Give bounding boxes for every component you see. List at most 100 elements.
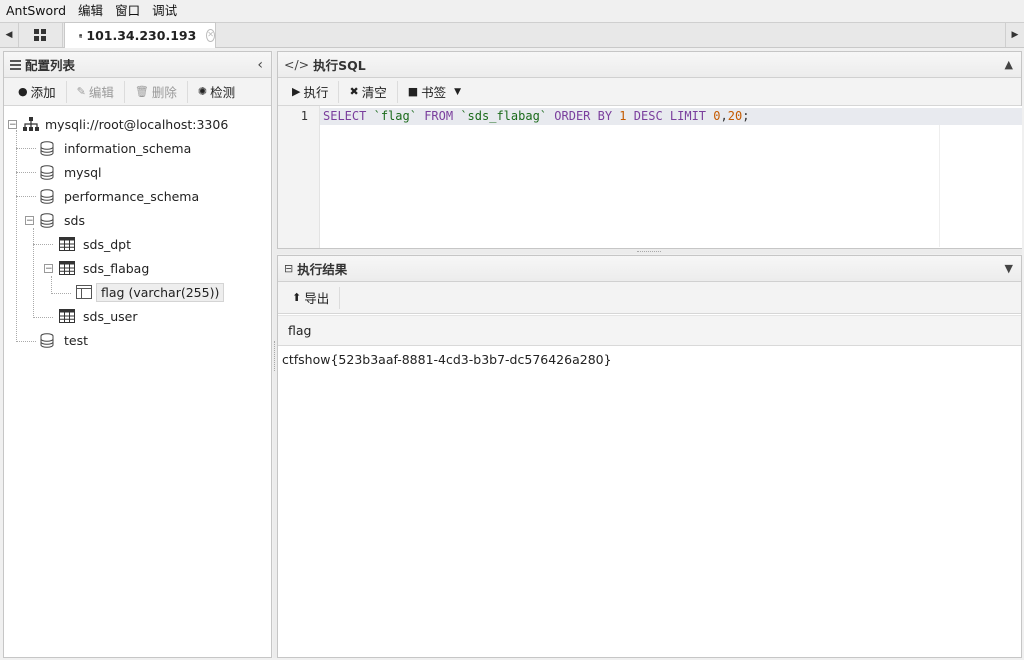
tree-line — [16, 172, 36, 173]
print-margin — [939, 125, 940, 247]
tree-root[interactable]: − mysqli://root@localhost:3306 — [8, 114, 228, 134]
tree-root-label: mysqli://root@localhost:3306 — [45, 116, 229, 132]
tree-line — [16, 196, 36, 197]
sql-toolbar: ▶ 执行 ✖ 清空 ■ 书签 ▼ — [278, 78, 1021, 106]
sql-keyword: LIMIT — [669, 109, 707, 123]
export-label: 导出 — [304, 291, 330, 306]
sql-number: 0 — [713, 109, 721, 123]
tree-db[interactable]: information_schema — [40, 138, 191, 158]
sql-editor[interactable]: 1 SELECT `flag` FROM `sds_flabag` ORDER … — [278, 106, 1022, 248]
trash-icon: 🗑 — [134, 85, 149, 98]
database-icon — [40, 140, 54, 156]
collapse-left-icon[interactable]: ‹ — [257, 57, 263, 73]
sql-punct: , — [720, 109, 728, 123]
tree-db-sds[interactable]: − sds — [25, 210, 85, 230]
export-button[interactable]: ⬆ 导出 — [282, 286, 341, 309]
menu-antsword[interactable]: AntSword — [0, 0, 72, 21]
result-panel-header: ⊟ 执行结果 ▼ — [278, 256, 1021, 282]
tree-table-flabag[interactable]: − sds_flabag — [44, 258, 149, 278]
sql-table: `sds_flabag` — [460, 109, 548, 123]
database-icon — [40, 188, 54, 204]
config-panel: 配置列表 ‹ ● 添加 ✎ 编辑 🗑 删除 ✺ 检测 − mysqli://root@l… — [3, 51, 272, 658]
menu-window[interactable]: 窗口 — [109, 0, 146, 21]
tree-table-label: sds_flabag — [83, 260, 150, 276]
clear-button[interactable]: ✖ 清空 — [339, 80, 398, 103]
tree-column-flag[interactable]: flag (varchar(255)) — [76, 282, 225, 302]
list-icon — [10, 59, 21, 70]
tree-db[interactable]: performance_schema — [40, 186, 199, 206]
sql-keyword: DESC — [633, 109, 663, 123]
menubar: AntSword 编辑 窗口 调试 — [0, 0, 1024, 21]
tree-line — [16, 341, 36, 342]
config-toolbar: ● 添加 ✎ 编辑 🗑 删除 ✺ 检测 — [4, 78, 271, 106]
add-label: 添加 — [30, 85, 56, 100]
tree-table[interactable]: sds_dpt — [59, 234, 131, 254]
detect-button[interactable]: ✺ 检测 — [188, 81, 245, 103]
sql-field: `flag` — [373, 109, 417, 123]
tree-db-label: sds — [64, 212, 85, 228]
tree-db-label: information_schema — [64, 140, 192, 156]
bookmark-icon: ■ — [407, 85, 419, 98]
add-button[interactable]: ● 添加 — [8, 80, 67, 103]
tab-close-icon[interactable]: ✕ — [206, 29, 215, 42]
collapse-up-icon[interactable]: ▲ — [1005, 58, 1013, 71]
tree-line — [16, 148, 36, 149]
tab-scroll-left-icon[interactable]: ◀ — [0, 23, 19, 47]
edit-button[interactable]: ✎ 编辑 — [67, 80, 125, 103]
sql-number: 1 — [619, 109, 627, 123]
tree-db-label: mysql — [64, 164, 102, 180]
tree-table-label: sds_user — [83, 308, 138, 324]
spinner-icon: ✺ — [197, 85, 208, 98]
tree-line — [33, 244, 53, 245]
menu-debug[interactable]: 调试 — [146, 0, 183, 21]
detect-label: 检测 — [210, 85, 236, 100]
grid-icon — [34, 29, 46, 41]
database-icon — [40, 212, 54, 228]
pencil-icon: ✎ — [76, 85, 86, 98]
collapse-toggle-icon[interactable]: − — [44, 263, 53, 273]
result-panel-title: 执行结果 — [297, 262, 348, 277]
column-icon — [76, 285, 92, 299]
tree-db[interactable]: mysql — [40, 162, 102, 182]
sitemap-icon — [23, 117, 39, 131]
table-icon — [59, 261, 75, 275]
sql-keyword: SELECT — [323, 109, 367, 123]
tab-database-session[interactable]: 101.34.230.193 ✕ — [64, 22, 216, 48]
editor-gutter: 1 — [278, 106, 320, 248]
tree-db[interactable]: test — [40, 330, 88, 350]
tree-table-label: sds_dpt — [83, 236, 131, 252]
tree-db-label: performance_schema — [64, 188, 200, 204]
result-cell[interactable]: ctfshow{523b3aaf-8881-4cd3-b3b7-dc576426… — [282, 351, 612, 369]
database-icon — [40, 332, 54, 348]
tab-scroll-right-icon[interactable]: ▶ — [1005, 23, 1024, 47]
sql-keyword: ORDER BY — [554, 109, 613, 123]
result-toolbar: ⬆ 导出 — [278, 282, 1021, 314]
edit-label: 编辑 — [88, 85, 114, 100]
table-icon — [59, 309, 75, 323]
delete-button[interactable]: 🗑 删除 — [125, 80, 188, 103]
bookmark-button[interactable]: ■ 书签 ▼ — [398, 81, 471, 103]
tree-table[interactable]: sds_user — [59, 306, 137, 326]
sql-punct: ; — [742, 109, 750, 123]
column-header-flag[interactable]: flag — [288, 316, 311, 345]
horizontal-splitter[interactable] — [277, 249, 1022, 254]
sql-panel-title: 执行SQL — [313, 58, 366, 73]
collapse-down-icon[interactable]: ▼ — [1005, 262, 1013, 275]
clear-label: 清空 — [361, 85, 387, 100]
tree-db-label: test — [64, 332, 89, 348]
tree-line — [51, 276, 52, 294]
delete-label: 删除 — [151, 85, 177, 100]
config-panel-header: 配置列表 ‹ — [4, 52, 271, 78]
code-icon: </> — [284, 57, 310, 72]
sql-number: 20 — [727, 109, 743, 123]
collapse-toggle-icon[interactable]: − — [8, 119, 17, 129]
tab-bar: ◀ 101.34.230.193 ✕ ▶ — [0, 22, 1024, 48]
collapse-toggle-icon[interactable]: − — [25, 215, 34, 225]
execute-button[interactable]: ▶ 执行 — [282, 80, 340, 103]
menu-edit[interactable]: 编辑 — [72, 0, 109, 21]
tree-column-label: flag (varchar(255)) — [96, 282, 225, 302]
plus-circle-icon: ● — [18, 85, 28, 98]
result-table-header: flag — [278, 315, 1021, 346]
close-icon: ✖ — [349, 85, 359, 98]
tab-home[interactable] — [18, 23, 63, 47]
